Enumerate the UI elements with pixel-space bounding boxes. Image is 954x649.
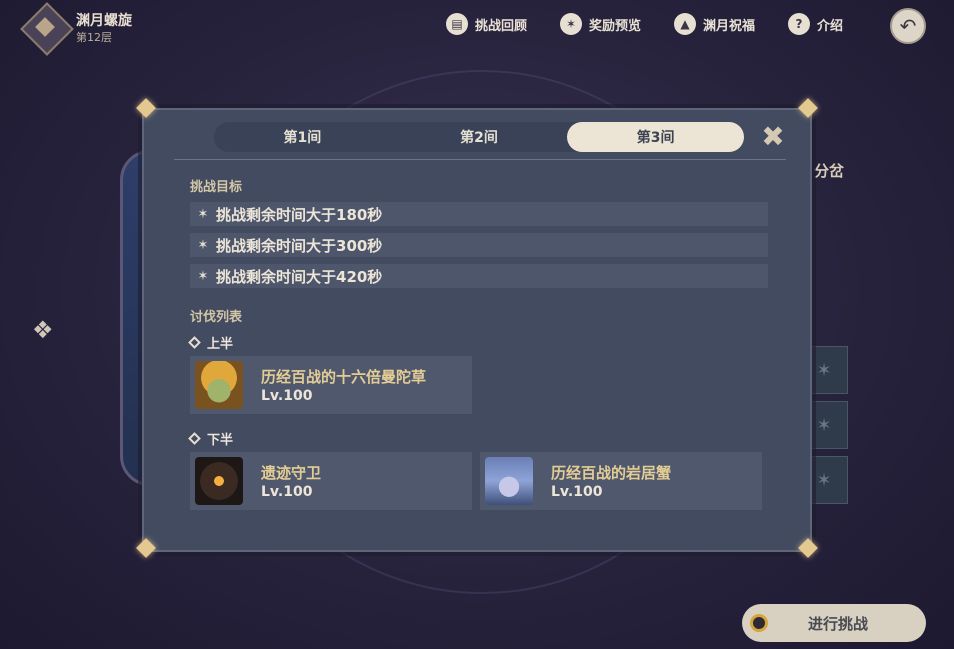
objective-row: ✶ 挑战剩余时间大于300秒 [190, 233, 768, 257]
enemy-card[interactable]: 历经百战的十六倍曼陀草 Lv.100 [190, 356, 472, 414]
objective-text: 挑战剩余时间大于420秒 [216, 267, 383, 286]
enemy-level: Lv.100 [551, 484, 603, 500]
star-icon: ✶ [197, 206, 209, 222]
enemy-info: 遗迹守卫 Lv.100 [261, 462, 321, 500]
enemy-card[interactable]: 历经百战的岩居蟹 Lv.100 [480, 452, 762, 510]
tab-chamber-1[interactable]: 第1间 [214, 122, 391, 152]
enemy-info: 历经百战的岩居蟹 Lv.100 [551, 462, 671, 500]
first-half-label: 上半 [188, 333, 234, 352]
mode-title: 渊月螺旋 [76, 13, 132, 29]
objectives-title: 挑战目标 [190, 180, 243, 195]
start-challenge-label: 进行挑战 [808, 614, 869, 633]
upload-arrow-icon: ▲ [674, 13, 696, 35]
back-button[interactable]: ↶ [890, 8, 926, 44]
nav-intro[interactable]: ? 介绍 [788, 13, 843, 35]
enemy-name: 历经百战的十六倍曼陀草 [261, 368, 427, 386]
return-arrow-icon: ↶ [899, 14, 917, 38]
nav-label: 挑战回顾 [475, 18, 528, 34]
chamber-detail-dialog: 第1间 第2间 第3间 ✖ 挑战目标 ✶ 挑战剩余时间大于180秒 ✶ 挑战剩余… [142, 108, 812, 552]
enemy-level: Lv.100 [261, 484, 313, 500]
enemy-portrait-mandrake [195, 361, 243, 409]
left-arrow-icon[interactable]: ❖ [32, 316, 54, 344]
side-label: 分岔 [814, 162, 845, 180]
second-half-text: 下半 [207, 433, 234, 448]
objective-row: ✶ 挑战剩余时间大于420秒 [190, 264, 768, 288]
objective-text: 挑战剩余时间大于300秒 [216, 236, 383, 255]
tab-chamber-3[interactable]: 第3间 [567, 122, 745, 152]
enemy-card[interactable]: 遗迹守卫 Lv.100 [190, 452, 472, 510]
diamond-icon [188, 432, 201, 445]
star-icon: ✶ [197, 237, 209, 253]
star-badge-icon: ✶ [560, 13, 582, 35]
objective-row: ✶ 挑战剩余时间大于180秒 [190, 202, 768, 226]
objective-text: 挑战剩余时间大于180秒 [216, 205, 383, 224]
enemy-list-title: 讨伐列表 [190, 310, 243, 325]
enemy-name: 遗迹守卫 [261, 464, 322, 482]
enemy-portrait-ruin-guard [195, 457, 243, 505]
nav-label: 介绍 [817, 18, 844, 34]
circle-icon [750, 614, 768, 632]
floor-label: 第12层 [76, 31, 112, 44]
tab-chamber-2[interactable]: 第2间 [391, 122, 568, 152]
second-half-label: 下半 [188, 429, 234, 448]
enemy-portrait-crab [485, 457, 533, 505]
nav-blessing[interactable]: ▲ 渊月祝福 [674, 13, 755, 35]
close-icon[interactable]: ✖ [758, 122, 788, 152]
nav-reward-preview[interactable]: ✶ 奖励预览 [560, 13, 641, 35]
book-icon: ▤ [446, 13, 468, 35]
enemy-level: Lv.100 [261, 388, 313, 404]
divider [174, 159, 786, 160]
help-icon: ? [788, 13, 810, 35]
enemy-name: 历经百战的岩居蟹 [551, 464, 672, 482]
nav-label: 渊月祝福 [703, 18, 756, 34]
nav-label: 奖励预览 [589, 18, 642, 34]
enemy-info: 历经百战的十六倍曼陀草 Lv.100 [261, 366, 426, 404]
nav-challenge-review[interactable]: ▤ 挑战回顾 [446, 13, 527, 35]
star-icon: ✶ [197, 268, 209, 284]
first-half-text: 上半 [207, 337, 234, 352]
diamond-icon [188, 336, 201, 349]
chamber-tabs: 第1间 第2间 第3间 [214, 122, 745, 152]
start-challenge-button[interactable]: 进行挑战 [742, 604, 926, 642]
